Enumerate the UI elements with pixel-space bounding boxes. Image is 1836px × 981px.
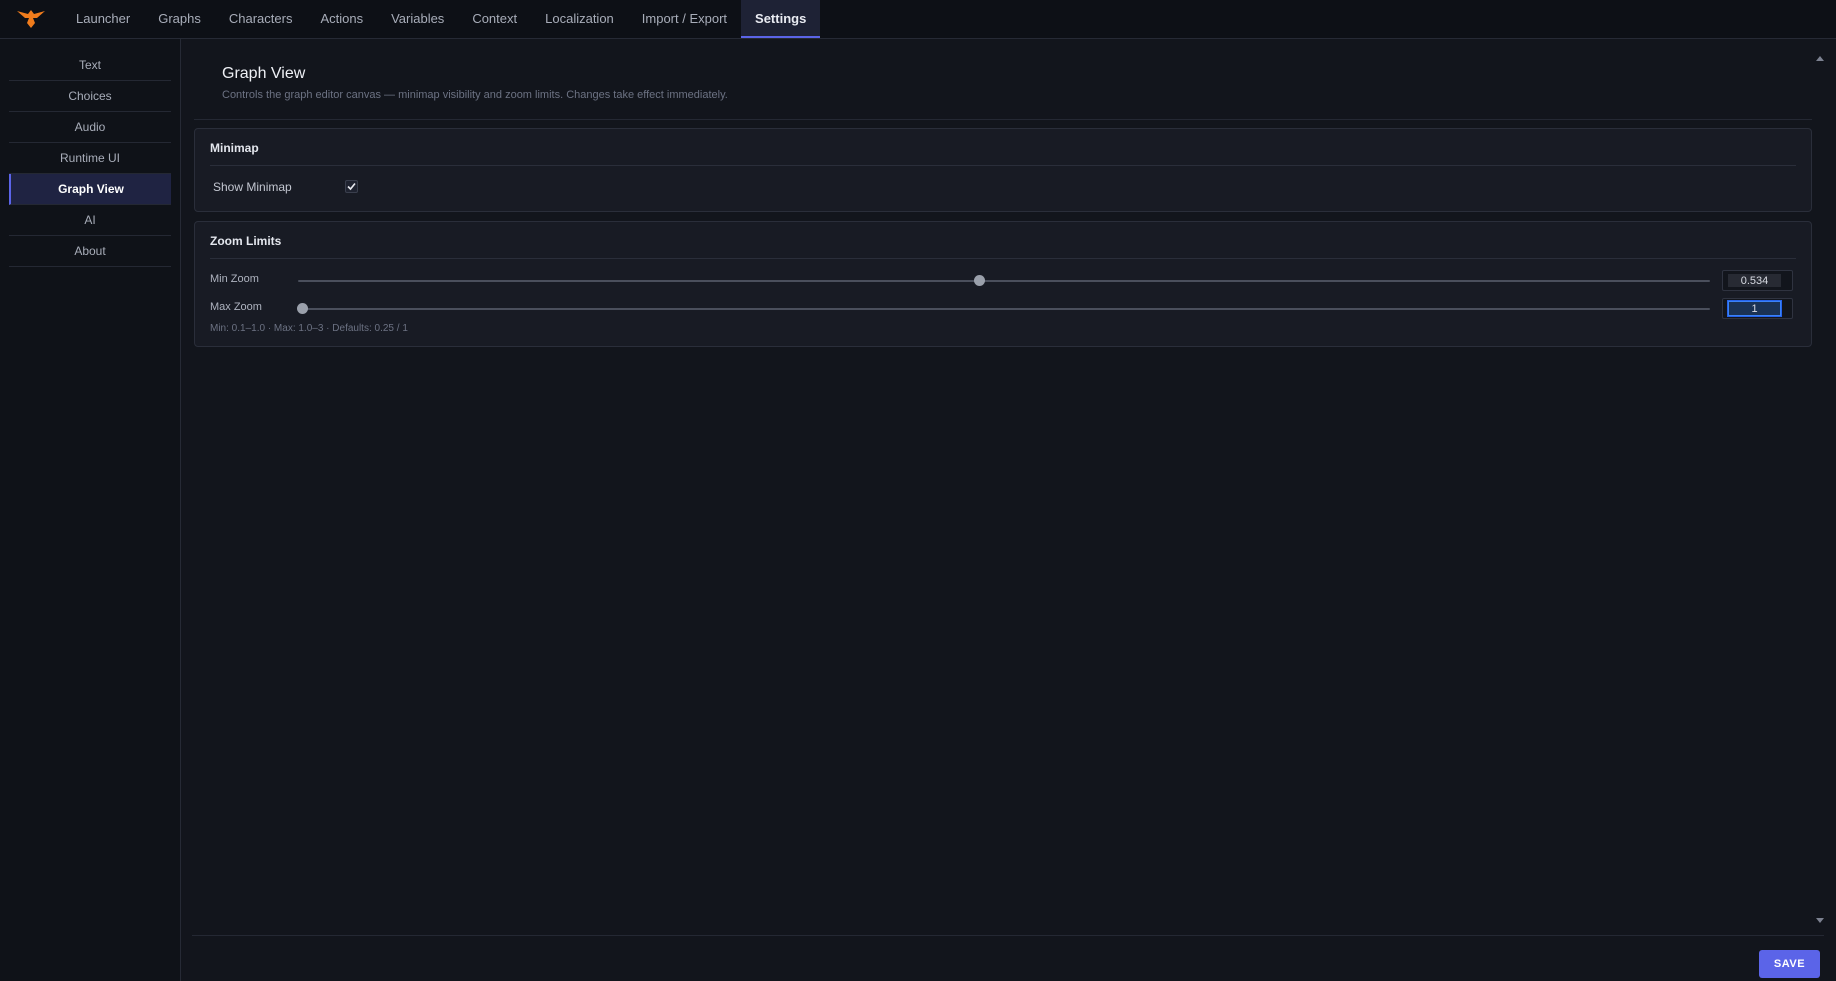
sidebar-item-about[interactable]: About bbox=[9, 236, 171, 267]
sidebar-item-audio[interactable]: Audio bbox=[9, 112, 171, 143]
settings-main: Graph View Controls the graph editor can… bbox=[182, 39, 1836, 981]
page-header: Graph View Controls the graph editor can… bbox=[194, 39, 1812, 120]
tab-context[interactable]: Context bbox=[458, 0, 531, 38]
min-zoom-number-box bbox=[1722, 270, 1793, 291]
footer-divider bbox=[192, 935, 1824, 936]
page-description: Controls the graph editor canvas — minim… bbox=[222, 89, 728, 101]
checkmark-icon bbox=[347, 182, 356, 191]
zoom-card-title: Zoom Limits bbox=[210, 234, 282, 248]
scroll-down-arrow-icon[interactable] bbox=[1816, 918, 1824, 923]
minimap-card: Minimap Show Minimap bbox=[194, 128, 1812, 212]
page-title: Graph View bbox=[222, 65, 306, 82]
min-zoom-label: Min Zoom bbox=[210, 273, 259, 285]
card-divider bbox=[210, 165, 1796, 166]
min-zoom-slider[interactable] bbox=[298, 275, 1710, 286]
top-nav: Launcher Graphs Characters Actions Varia… bbox=[0, 0, 1836, 39]
tab-import-export[interactable]: Import / Export bbox=[628, 0, 741, 38]
tab-settings[interactable]: Settings bbox=[741, 0, 821, 38]
tab-characters[interactable]: Characters bbox=[215, 0, 307, 38]
min-zoom-slider-thumb[interactable] bbox=[973, 275, 985, 286]
card-divider bbox=[210, 258, 1796, 259]
max-zoom-slider-thumb[interactable] bbox=[297, 303, 309, 314]
save-button[interactable]: SAVE bbox=[1759, 950, 1820, 978]
scroll-up-arrow-icon[interactable] bbox=[1816, 56, 1824, 61]
sidebar-item-graph-view[interactable]: Graph View bbox=[9, 174, 171, 205]
max-zoom-number-box bbox=[1722, 298, 1793, 319]
app-logo[interactable] bbox=[0, 0, 62, 38]
show-minimap-label: Show Minimap bbox=[213, 180, 292, 194]
zoom-limits-hint: Min: 0.1–1.0 · Max: 1.0–3 · Defaults: 0.… bbox=[210, 323, 408, 334]
sidebar-item-runtime-ui[interactable]: Runtime UI bbox=[9, 143, 171, 174]
zoom-limits-card: Zoom Limits Min Zoom Max Zoom Min: 0.1–1… bbox=[194, 221, 1812, 347]
sidebar-item-ai[interactable]: AI bbox=[9, 205, 171, 236]
max-zoom-input[interactable] bbox=[1728, 301, 1781, 316]
tab-launcher[interactable]: Launcher bbox=[62, 0, 144, 38]
max-zoom-slider[interactable] bbox=[297, 303, 1710, 314]
show-minimap-checkbox[interactable] bbox=[345, 180, 358, 193]
settings-sidebar: Text Choices Audio Runtime UI Graph View… bbox=[0, 39, 181, 981]
tab-actions[interactable]: Actions bbox=[306, 0, 377, 38]
tab-graphs[interactable]: Graphs bbox=[144, 0, 215, 38]
max-zoom-label: Max Zoom bbox=[210, 301, 262, 313]
tab-localization[interactable]: Localization bbox=[531, 0, 628, 38]
min-zoom-input[interactable] bbox=[1728, 274, 1781, 287]
minimap-card-title: Minimap bbox=[210, 141, 259, 155]
tab-variables[interactable]: Variables bbox=[377, 0, 458, 38]
sidebar-item-text[interactable]: Text bbox=[9, 50, 171, 81]
bird-logo-icon bbox=[17, 10, 45, 28]
sidebar-item-choices[interactable]: Choices bbox=[9, 81, 171, 112]
